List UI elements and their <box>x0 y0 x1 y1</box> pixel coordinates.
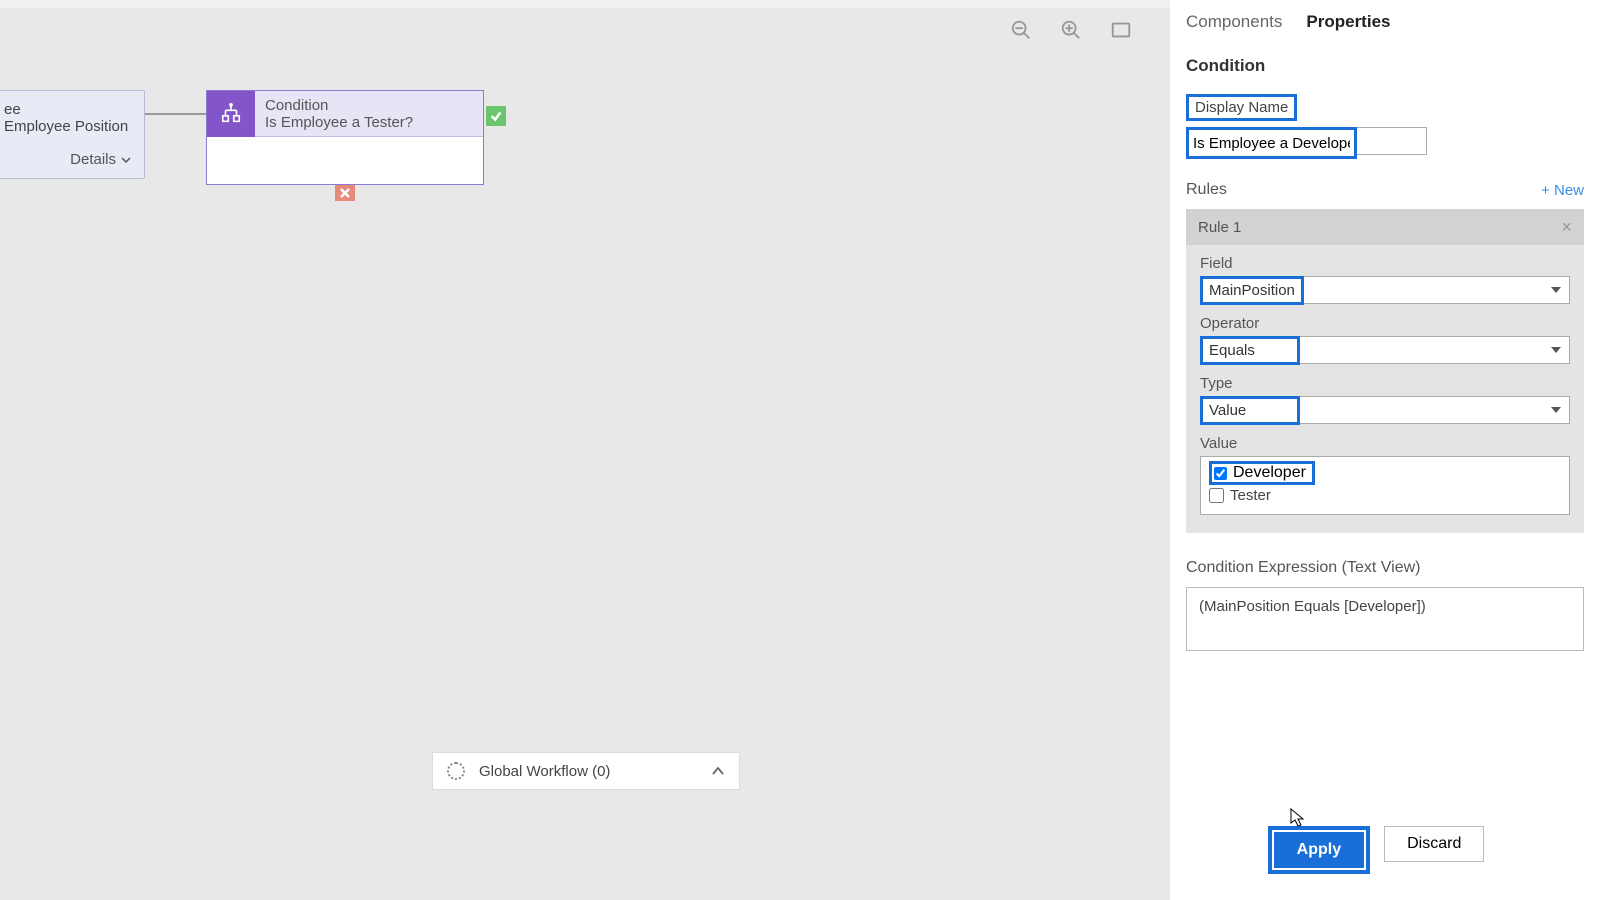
expression-text: (MainPosition Equals [Developer]) <box>1199 598 1426 615</box>
display-name-highlight <box>1186 127 1357 159</box>
operator-value: Equals <box>1200 336 1300 365</box>
chevron-up-icon <box>711 764 725 778</box>
condition-node[interactable]: Condition Is Employee a Tester? <box>206 90 484 185</box>
value-tester-row: Tester <box>1209 485 1561 506</box>
panel-body: Condition Display Name Rules + New Rule … <box>1170 40 1600 812</box>
type-select[interactable]: Value <box>1200 396 1570 425</box>
rule-title-row: Rule 1 × <box>1186 209 1584 245</box>
operator-select-caret <box>1300 336 1570 364</box>
canvas-toolbar <box>1000 10 1170 50</box>
operator-group: Operator Equals <box>1186 305 1584 365</box>
condition-header: Condition Is Employee a Tester? <box>207 91 483 137</box>
value-developer-label: Developer <box>1233 464 1306 482</box>
type-label: Type <box>1200 375 1570 392</box>
condition-icon <box>207 91 255 137</box>
value-box: Developer Tester <box>1200 456 1570 515</box>
expression-box[interactable]: (MainPosition Equals [Developer]) <box>1186 587 1584 651</box>
rules-header: Rules + New <box>1186 181 1584 199</box>
new-rule-button[interactable]: + New <box>1541 182 1584 199</box>
connector-line <box>145 113 207 115</box>
field-select-caret <box>1304 276 1570 304</box>
operator-label: Operator <box>1200 315 1570 332</box>
prev-node-line1: ee <box>4 101 134 118</box>
panel-footer: Apply Discard <box>1170 812 1600 900</box>
apply-button[interactable]: Apply <box>1274 832 1364 868</box>
value-developer-checkbox[interactable] <box>1214 467 1227 480</box>
field-value: MainPosition <box>1200 276 1304 305</box>
condition-title: Is Employee a Tester? <box>265 114 413 131</box>
properties-panel: Components Properties Condition Display … <box>1170 0 1600 900</box>
condition-text: Condition Is Employee a Tester? <box>255 91 423 136</box>
tab-properties[interactable]: Properties <box>1306 12 1390 32</box>
field-select[interactable]: MainPosition <box>1200 276 1570 305</box>
type-group: Type Value <box>1186 365 1584 425</box>
field-label: Field <box>1200 255 1570 272</box>
rule-close-icon[interactable]: × <box>1561 217 1572 238</box>
section-title: Condition <box>1186 56 1584 76</box>
value-developer-highlight: Developer <box>1209 461 1315 485</box>
type-value: Value <box>1200 396 1300 425</box>
expression-label: Condition Expression (Text View) <box>1186 559 1584 577</box>
global-workflow-bar[interactable]: Global Workflow (0) <box>432 752 740 790</box>
operator-select[interactable]: Equals <box>1200 336 1570 365</box>
type-select-caret <box>1300 396 1570 424</box>
apply-highlight: Apply <box>1268 826 1370 874</box>
display-name-input-extend[interactable] <box>1357 127 1427 155</box>
rules-label: Rules <box>1186 181 1227 199</box>
chevron-down-icon <box>120 154 132 166</box>
workflow-canvas[interactable]: ee Employee Position Details Condition I… <box>0 0 1170 900</box>
tab-components[interactable]: Components <box>1186 12 1282 32</box>
prev-node-line2: Employee Position <box>4 118 134 135</box>
spinner-icon <box>447 762 465 780</box>
value-group: Value Developer Tester <box>1186 425 1584 515</box>
display-name-input[interactable] <box>1189 130 1354 156</box>
prev-node-details[interactable]: Details <box>4 135 134 172</box>
rule-title: Rule 1 <box>1198 219 1241 236</box>
field-group: Field MainPosition <box>1186 245 1584 305</box>
display-name-label: Display Name <box>1186 94 1297 121</box>
display-name-row <box>1186 127 1584 159</box>
discard-button[interactable]: Discard <box>1384 826 1484 862</box>
zoom-out-icon[interactable] <box>1010 19 1032 41</box>
details-label: Details <box>70 151 116 168</box>
fit-screen-icon[interactable] <box>1110 19 1132 41</box>
value-tester-label: Tester <box>1230 487 1271 504</box>
panel-tabs: Components Properties <box>1170 0 1600 40</box>
true-branch-icon[interactable] <box>486 106 506 126</box>
global-workflow-label: Global Workflow (0) <box>479 763 697 780</box>
zoom-in-icon[interactable] <box>1060 19 1082 41</box>
value-tester-checkbox[interactable] <box>1209 488 1224 503</box>
value-label: Value <box>1200 435 1570 452</box>
condition-type-label: Condition <box>265 97 413 114</box>
rule-box: Rule 1 × Field MainPosition Operator Equ… <box>1186 209 1584 533</box>
previous-node[interactable]: ee Employee Position Details <box>0 90 145 179</box>
false-branch-icon[interactable] <box>335 185 355 201</box>
canvas-top-border <box>0 0 1170 8</box>
